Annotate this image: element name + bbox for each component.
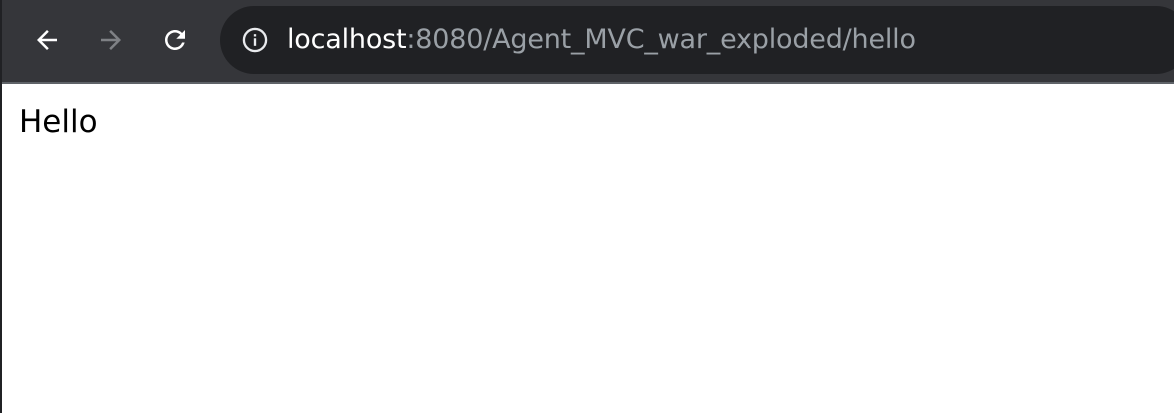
- forward-button[interactable]: [91, 20, 131, 60]
- reload-icon: [165, 30, 185, 50]
- arrow-right-icon: [101, 30, 121, 50]
- url-host: localhost: [287, 24, 407, 55]
- page-content: Hello: [2, 84, 1174, 413]
- browser-window: localhost:8080/Agent_MVC_war_exploded/he…: [0, 0, 1174, 413]
- browser-toolbar: localhost:8080/Agent_MVC_war_exploded/he…: [2, 0, 1174, 84]
- url-path: :8080/Agent_MVC_war_exploded/hello: [406, 24, 916, 55]
- url-text[interactable]: localhost:8080/Agent_MVC_war_exploded/he…: [287, 6, 916, 74]
- address-bar[interactable]: localhost:8080/Agent_MVC_war_exploded/he…: [220, 6, 1174, 74]
- page-body-text: Hello: [19, 104, 98, 140]
- reload-button[interactable]: [155, 20, 195, 60]
- back-button[interactable]: [27, 20, 67, 60]
- info-icon[interactable]: [241, 26, 269, 54]
- arrow-left-icon: [37, 30, 57, 50]
